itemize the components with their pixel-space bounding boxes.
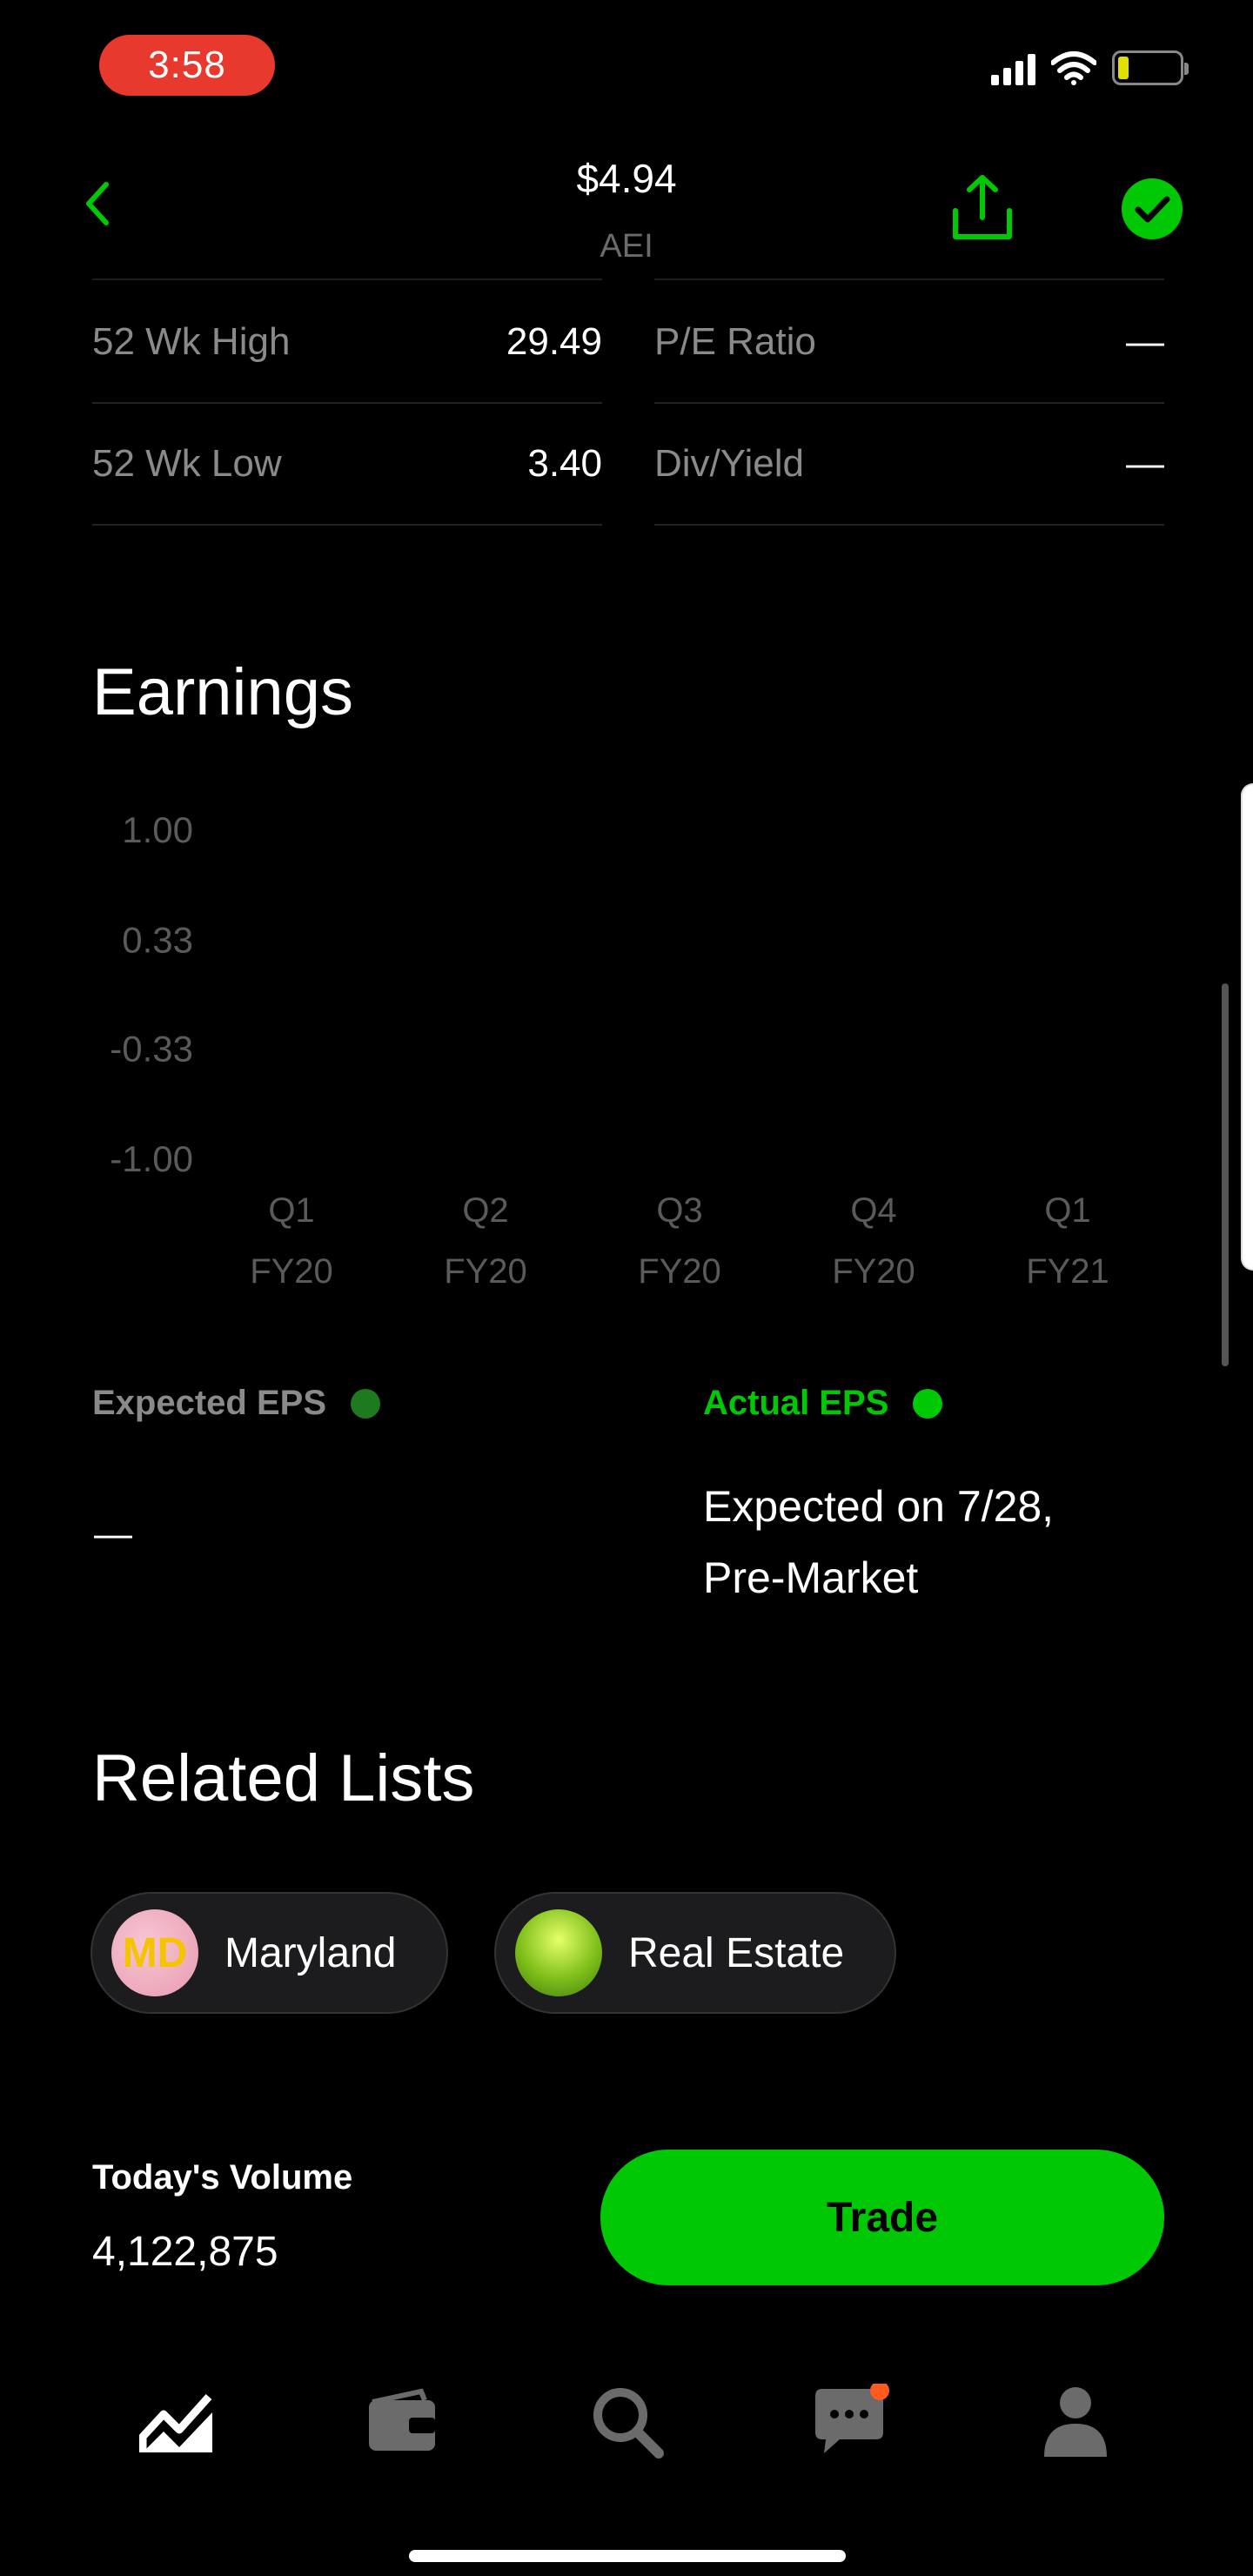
x-tick-label: Q3 xyxy=(656,1191,702,1230)
stat-value: — xyxy=(1126,442,1164,485)
tab-investing[interactable] xyxy=(134,2378,221,2465)
x-tick-label: FY20 xyxy=(250,1252,333,1291)
earnings-title: Earnings xyxy=(92,655,353,729)
search-icon xyxy=(593,2388,664,2459)
status-icons xyxy=(991,50,1189,85)
related-list-maryland[interactable]: MD Maryland xyxy=(90,1892,449,2014)
chip-label: Maryland xyxy=(224,1929,397,1976)
legend-expected-eps: Expected EPS xyxy=(92,1384,381,1423)
signal-icon xyxy=(991,50,1035,85)
watchlist-check-icon[interactable] xyxy=(1121,178,1183,240)
actual-eps-text: Expected on 7/28, Pre-Market xyxy=(703,1471,1054,1613)
actual-eps-line2: Pre-Market xyxy=(703,1553,919,1602)
status-time: 3:58 xyxy=(99,35,275,96)
wifi-icon xyxy=(1051,51,1096,85)
wallet-icon xyxy=(369,2388,435,2451)
x-tick-label: Q1 xyxy=(1044,1191,1090,1230)
stat-label: 52 Wk Low xyxy=(92,442,282,485)
scrollbar[interactable] xyxy=(1222,983,1229,1366)
share-icon[interactable] xyxy=(948,172,1016,242)
stat-div-yield: Div/Yield — xyxy=(654,404,1164,526)
maryland-thumbnail-text: MD xyxy=(122,1929,188,1976)
y-tick-label: 0.33 xyxy=(122,920,193,961)
y-tick-label: -0.33 xyxy=(110,1028,193,1069)
real-estate-thumbnail xyxy=(515,1909,602,1996)
tab-account-wallet[interactable] xyxy=(358,2378,446,2465)
stat-pe-ratio: P/E Ratio — xyxy=(654,282,1164,404)
home-indicator xyxy=(409,2550,846,2562)
maryland-thumbnail: MD xyxy=(111,1909,198,1996)
legend-actual-eps: Actual EPS xyxy=(703,1384,943,1423)
stock-ticker: AEI xyxy=(600,228,653,265)
divider xyxy=(654,278,1164,280)
battery-icon xyxy=(1112,50,1189,85)
related-lists-title: Related Lists xyxy=(92,1741,475,1815)
chart-icon xyxy=(139,2393,212,2452)
x-tick-label: FY21 xyxy=(1026,1252,1109,1291)
x-tick-label: FY20 xyxy=(832,1252,915,1291)
x-tick-label: Q2 xyxy=(462,1191,508,1230)
tab-profile[interactable] xyxy=(1032,2378,1119,2465)
legend-expected-label: Expected EPS xyxy=(92,1384,327,1422)
x-tick-label: FY20 xyxy=(444,1252,527,1291)
actual-eps-line1: Expected on 7/28, xyxy=(703,1482,1055,1531)
legend-actual-dot xyxy=(913,1388,943,1419)
x-tick-label: FY20 xyxy=(638,1252,721,1291)
stat-52wk-high: 52 Wk High 29.49 xyxy=(92,282,602,404)
todays-volume-value: 4,122,875 xyxy=(92,2229,278,2275)
x-tick-label: Q4 xyxy=(850,1191,896,1230)
account-icon xyxy=(1044,2387,1107,2457)
stat-label: 52 Wk High xyxy=(92,320,291,363)
tab-search[interactable] xyxy=(583,2378,670,2465)
trade-button[interactable]: Trade xyxy=(600,2150,1164,2285)
stat-label: Div/Yield xyxy=(654,442,804,485)
legend-actual-label: Actual EPS xyxy=(703,1384,889,1422)
divider xyxy=(92,278,602,280)
side-sheet-edge[interactable] xyxy=(1241,783,1253,1271)
y-tick-label: -1.00 xyxy=(110,1138,193,1179)
todays-volume-label: Today's Volume xyxy=(92,2158,353,2197)
tab-messages[interactable] xyxy=(807,2378,895,2465)
messages-icon xyxy=(815,2384,889,2453)
stat-52wk-low: 52 Wk Low 3.40 xyxy=(92,404,602,526)
legend-expected-dot xyxy=(351,1388,381,1419)
stat-value: — xyxy=(1126,320,1164,363)
y-tick-label: 1.00 xyxy=(122,809,193,850)
stat-value: 29.49 xyxy=(506,320,602,363)
earnings-chart: 1.00 0.33 -0.33 -1.00 Q1 FY20 Q2 FY20 Q3 FY20 Q4 FY… xyxy=(110,809,1109,1291)
expected-eps-value: — xyxy=(94,1513,132,1555)
related-list-real-estate[interactable]: Real Estate xyxy=(494,1892,897,2014)
x-tick-label: Q1 xyxy=(268,1191,314,1230)
stock-price: $4.94 xyxy=(576,156,677,201)
stat-label: P/E Ratio xyxy=(654,320,816,363)
chip-label: Real Estate xyxy=(628,1929,845,1976)
stat-value: 3.40 xyxy=(527,442,602,485)
